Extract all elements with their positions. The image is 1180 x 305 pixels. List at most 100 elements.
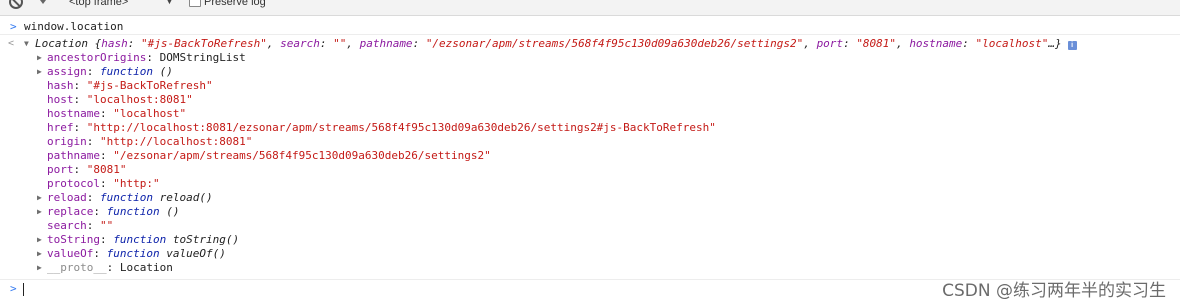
property-value: "localhost" xyxy=(113,107,187,120)
property-key: assign xyxy=(47,65,87,78)
property-key: replace xyxy=(47,205,94,218)
property-key: port xyxy=(47,163,74,176)
divider xyxy=(0,34,1180,35)
property-key: hash xyxy=(47,79,74,92)
property: protocol: "http:" xyxy=(47,177,160,190)
command-row: > window.location xyxy=(0,20,1180,34)
property-value: "/ezsonar/apm/streams/568f4f95c130d09a63… xyxy=(113,149,491,162)
property: replace: function () xyxy=(47,205,180,218)
property-row: port: "8081" xyxy=(0,163,1180,177)
expand-arrow-icon[interactable]: ▶ xyxy=(37,247,42,261)
property: href: "http://localhost:8081/ezsonar/apm… xyxy=(47,121,716,134)
property: ancestorOrigins: DOMStringList xyxy=(47,51,246,64)
summary-value: "#js-BackToRefresh" xyxy=(140,37,267,50)
property: __proto__: Location xyxy=(47,261,173,274)
property-row: search: "" xyxy=(0,219,1180,233)
summary-value: "/ezsonar/apm/streams/568f4f95c130d09a63… xyxy=(425,37,804,50)
function-keyword: function xyxy=(113,233,167,246)
summary-value: "localhost" xyxy=(975,37,1049,50)
input-prompt-icon: > xyxy=(10,20,17,33)
property-value: "http://localhost:8081/ezsonar/apm/strea… xyxy=(86,121,716,134)
info-icon[interactable]: i xyxy=(1067,41,1077,50)
property-row[interactable]: ▶ __proto__: Location xyxy=(0,261,1180,275)
preserve-log-checkbox[interactable] xyxy=(189,0,201,7)
function-signature: valueOf() xyxy=(159,247,226,260)
property-value: "http://localhost:8081" xyxy=(100,135,253,148)
property-row[interactable]: ▶ reload: function reload() xyxy=(0,191,1180,205)
property-key: toString xyxy=(47,233,100,246)
expand-triangle-icon[interactable]: ▼ xyxy=(24,37,29,51)
property-row: pathname: "/ezsonar/apm/streams/568f4f95… xyxy=(0,149,1180,163)
property-row[interactable]: ▶ toString: function toString() xyxy=(0,233,1180,247)
result-class-name: Location xyxy=(35,37,88,50)
property-row[interactable]: ▶ ancestorOrigins: DOMStringList xyxy=(0,51,1180,65)
property-value: "http:" xyxy=(113,177,160,190)
property-key: reload xyxy=(47,191,87,204)
property: pathname: "/ezsonar/apm/streams/568f4f95… xyxy=(47,149,491,162)
input-prompt-icon: > xyxy=(10,282,17,295)
property-row: origin: "http://localhost:8081" xyxy=(0,135,1180,149)
property-row: href: "http://localhost:8081/ezsonar/apm… xyxy=(0,121,1180,135)
result-summary-row[interactable]: < ▼ Location {hash: "#js-BackToRefresh",… xyxy=(0,37,1180,51)
property-value: "#js-BackToRefresh" xyxy=(86,79,213,92)
property-row: hash: "#js-BackToRefresh" xyxy=(0,79,1180,93)
property-value: "localhost:8081" xyxy=(86,93,193,106)
property: search: "" xyxy=(47,219,114,232)
summary-open-brace: { xyxy=(87,37,102,50)
function-keyword: function xyxy=(106,247,160,260)
expand-arrow-icon[interactable]: ▶ xyxy=(37,51,42,65)
expand-arrow-icon[interactable]: ▶ xyxy=(37,205,42,219)
clear-console-icon[interactable] xyxy=(9,0,23,9)
property-row[interactable]: ▶ valueOf: function valueOf() xyxy=(0,247,1180,261)
expand-arrow-icon[interactable]: ▶ xyxy=(37,191,42,205)
property: hostname: "localhost" xyxy=(47,107,187,120)
property: valueOf: function valueOf() xyxy=(47,247,226,260)
function-keyword: function xyxy=(100,191,153,204)
property-row: protocol: "http:" xyxy=(0,177,1180,191)
property: reload: function reload() xyxy=(47,191,213,204)
expand-arrow-icon[interactable]: ▶ xyxy=(37,65,42,79)
function-signature: reload() xyxy=(152,191,213,204)
property-key: origin xyxy=(47,135,87,148)
expand-arrow-icon[interactable]: ▶ xyxy=(37,261,42,275)
summary-key: port xyxy=(816,37,844,50)
property: toString: function toString() xyxy=(47,233,240,246)
console-toolbar: <top frame> ▼ Preserve log xyxy=(0,0,1180,16)
summary-key: hash xyxy=(101,37,128,50)
filter-icon[interactable] xyxy=(37,0,49,4)
watermark: CSDN @练习两年半的实习生 xyxy=(942,281,1166,301)
property-row[interactable]: ▶ replace: function () xyxy=(0,205,1180,219)
property-value: Location xyxy=(119,261,173,274)
result-summary[interactable]: Location {hash: "#js-BackToRefresh", sea… xyxy=(35,37,1077,51)
command-text[interactable]: window.location xyxy=(24,20,123,34)
property-key: ancestorOrigins xyxy=(47,51,147,64)
preserve-log-label: Preserve log xyxy=(204,0,266,8)
function-signature: () xyxy=(152,65,173,78)
property: port: "8081" xyxy=(47,163,127,176)
function-keyword: function xyxy=(106,205,160,218)
function-keyword: function xyxy=(100,65,153,78)
text-cursor xyxy=(23,283,24,296)
return-marker-icon: < xyxy=(8,38,15,49)
property: assign: function () xyxy=(47,65,173,78)
property-value: DOMStringList xyxy=(159,51,246,64)
property-list: ▶ ancestorOrigins: DOMStringList ▶ assign: … xyxy=(0,51,1180,275)
context-selector[interactable]: <top frame> xyxy=(69,0,128,8)
property-value: "8081" xyxy=(86,163,127,176)
property-row: hostname: "localhost" xyxy=(0,107,1180,121)
summary-close-brace: …} xyxy=(1048,37,1062,50)
property-row: host: "localhost:8081" xyxy=(0,93,1180,107)
property: hash: "#js-BackToRefresh" xyxy=(47,79,213,92)
property: origin: "http://localhost:8081" xyxy=(47,135,253,148)
summary-key: search xyxy=(280,37,320,50)
property-key: pathname xyxy=(47,149,100,162)
property-row[interactable]: ▶ assign: function () xyxy=(0,65,1180,79)
chevron-down-icon[interactable]: ▼ xyxy=(165,0,174,6)
property-key: __proto__ xyxy=(47,261,107,274)
summary-value: "8081" xyxy=(856,37,897,50)
property-key: href xyxy=(47,121,74,134)
property-key: hostname xyxy=(47,107,100,120)
expand-arrow-icon[interactable]: ▶ xyxy=(37,233,42,247)
function-signature: () xyxy=(159,205,180,218)
property: host: "localhost:8081" xyxy=(47,93,193,106)
